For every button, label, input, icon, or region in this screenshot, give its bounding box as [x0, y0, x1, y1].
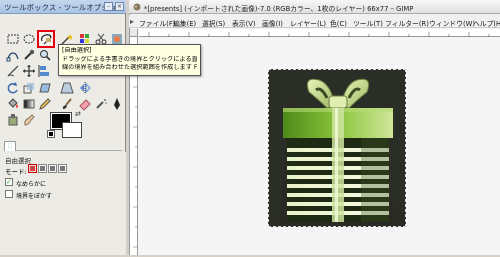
mode-intersect-button[interactable]: [58, 164, 67, 173]
ruler-corner[interactable]: [130, 29, 138, 37]
menu-image[interactable]: 画像(I): [262, 18, 283, 28]
airbrush-icon[interactable]: [94, 97, 108, 111]
reset-colors-icon[interactable]: [47, 130, 55, 138]
eraser-icon[interactable]: [78, 97, 92, 111]
menu-select[interactable]: 選択(S): [202, 18, 225, 28]
free-select-tooltip: [自由選択] ドラッグによる手書きの境界とクリックによる直 線の境界を組み合わせ…: [58, 44, 201, 76]
move-icon[interactable]: [22, 64, 36, 78]
shear-icon[interactable]: [38, 81, 52, 95]
mode-replace-button[interactable]: [28, 164, 37, 173]
background-color-swatch[interactable]: [62, 122, 82, 138]
menu-bar: ファイル(F) 編集(E) 選択(S) 表示(V) 画像(I) レイヤー(L) …: [129, 15, 500, 28]
lasso-icon[interactable]: [39, 32, 53, 46]
color-picker-icon[interactable]: [22, 48, 36, 62]
menu-edit[interactable]: 編集(E): [173, 18, 196, 28]
mode-subtract-button[interactable]: [48, 164, 57, 173]
menu-layer[interactable]: レイヤー(L): [290, 18, 326, 28]
mode-label: モード:: [5, 168, 27, 176]
paintbrush-icon[interactable]: [60, 97, 74, 111]
menu-file[interactable]: ファイル(F): [139, 18, 175, 28]
tooltip-title: [自由選択]: [62, 47, 92, 54]
feather-checkbox[interactable]: [5, 190, 13, 198]
toolbox-titlebar: ツールボックス - ツールオプション – ×: [0, 0, 126, 14]
horizontal-ruler-ticks: [148, 32, 490, 37]
minimize-icon[interactable]: –: [104, 2, 113, 11]
tooltip-line: 線の境界を組み合わせた選択範囲を作成します F: [62, 64, 197, 72]
antialias-label: なめらかに: [16, 181, 47, 188]
menu-help[interactable]: ヘルプ(H): [473, 18, 500, 28]
horizontal-ruler[interactable]: [139, 29, 500, 37]
mode-add-button[interactable]: [38, 164, 47, 173]
measure-icon[interactable]: [6, 64, 20, 78]
blend-icon[interactable]: [22, 97, 36, 111]
gimp-icon: [133, 3, 141, 11]
tooltip-line: ドラッグによる手書きの境界とクリックによる直: [62, 55, 197, 63]
pencil-icon[interactable]: [38, 97, 52, 111]
flip-icon[interactable]: [78, 81, 92, 95]
menu-view[interactable]: 表示(V): [232, 18, 256, 28]
menu-colors[interactable]: 色(C): [330, 18, 347, 28]
image-canvas[interactable]: [268, 69, 406, 227]
menu-filters[interactable]: フィルター(R): [385, 18, 429, 28]
zoom-icon[interactable]: [38, 48, 52, 62]
rect-select-icon[interactable]: [6, 32, 20, 46]
tool-options-tabs: [4, 141, 122, 151]
scale-icon[interactable]: [22, 81, 36, 95]
smudge-icon[interactable]: [22, 113, 36, 127]
menu-windows[interactable]: ウィンドウ(W): [429, 18, 475, 28]
paths-icon[interactable]: [6, 48, 20, 62]
bucket-fill-icon[interactable]: [6, 97, 20, 111]
ink-icon[interactable]: [110, 97, 124, 111]
ellipse-select-icon[interactable]: [22, 32, 36, 46]
align-icon[interactable]: [38, 64, 52, 78]
perspective-icon[interactable]: [60, 81, 74, 95]
image-window-title: *[presents] (インポートされた画像)-7.0 (RGBカラー、1枚の…: [144, 5, 414, 13]
menu-arrow-icon[interactable]: ▸: [130, 17, 139, 26]
clone-icon[interactable]: [6, 113, 20, 127]
gift-box-image: [269, 70, 405, 226]
swap-colors-icon[interactable]: ⇄: [75, 110, 83, 118]
tool-options-tab[interactable]: ⬚: [4, 141, 16, 151]
image-window-titlebar: *[presents] (インポートされた画像)-7.0 (RGBカラー、1枚の…: [129, 0, 500, 14]
menu-tools[interactable]: ツール(T): [353, 18, 383, 28]
close-icon[interactable]: ×: [115, 2, 124, 11]
rotate-icon[interactable]: [6, 81, 20, 95]
feather-label: 境界をぼかす: [16, 193, 53, 200]
antialias-checkbox[interactable]: ✓: [5, 178, 13, 186]
